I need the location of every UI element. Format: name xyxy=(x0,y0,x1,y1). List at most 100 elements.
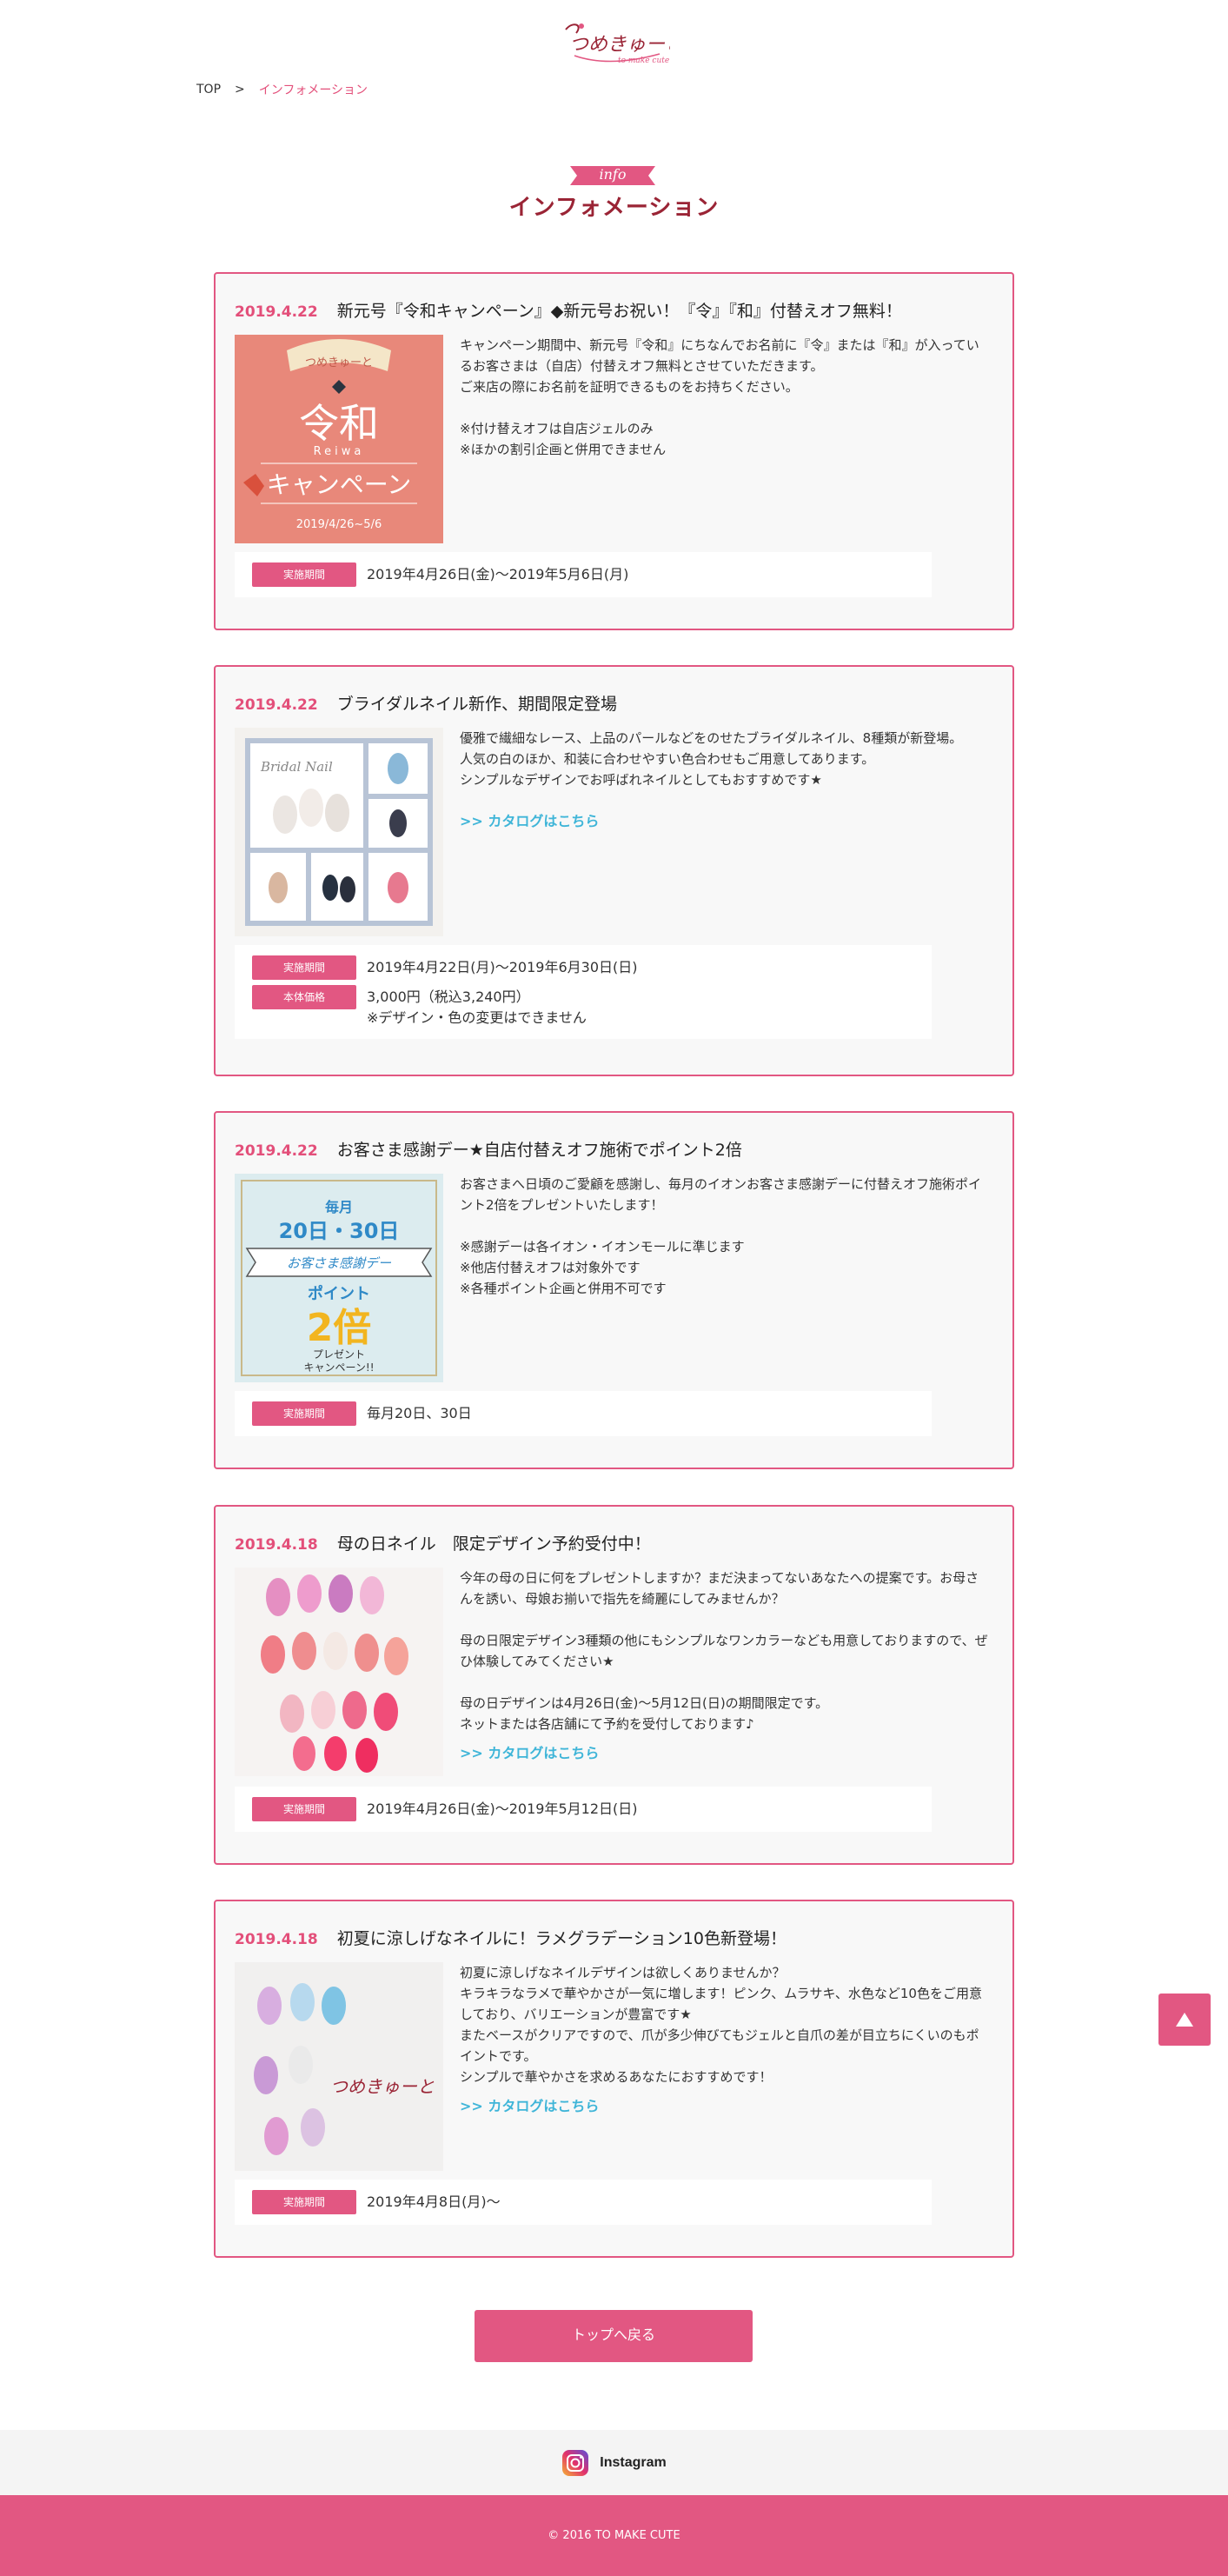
post-date: 2019.4.22 xyxy=(235,1142,318,1160)
post-card: 2019.4.22 新元号『令和キャンペーン』◆新元号お祝い！『令』『和』付替え… xyxy=(214,272,1014,630)
meta-row: 実施期間 2019年4月22日(月)〜2019年6月30日(日) xyxy=(252,955,914,980)
logo-text: つめきゅーと xyxy=(569,34,670,56)
post-card: 2019.4.18 初夏に涼しげなネイルに！ラメグラデーション10色新登場！ つ… xyxy=(214,1900,1014,2258)
meta-row: 実施期間 2019年4月26日(金)〜2019年5月6日(月) xyxy=(252,562,914,587)
image-campaign: キャンペーン!! xyxy=(303,1361,374,1374)
price-note: ※デザイン・色の変更はできません xyxy=(367,1009,587,1026)
breadcrumb-current: インフォメーション xyxy=(258,83,368,97)
arrow-up-icon xyxy=(1176,2013,1193,2027)
period-value: 2019年4月26日(金)〜2019年5月12日(日) xyxy=(367,1801,638,1817)
post-title: 母の日ネイル 限定デザイン予約受付中！ xyxy=(336,1534,651,1554)
footer: © 2016 TO MAKE CUTE xyxy=(0,2495,1228,2576)
post-meta: 実施期間 毎月20日、30日 xyxy=(235,1391,932,1436)
post-meta: 実施期間 2019年4月26日(金)〜2019年5月12日(日) xyxy=(235,1787,932,1832)
post-paragraph: 人気の白のほか、和装に合わせやすい色合わせもご用意してあります。 xyxy=(460,751,875,767)
post-header: 2019.4.18 初夏に涼しげなネイルに！ラメグラデーション10色新登場！ xyxy=(235,1926,787,1949)
image-period: 2019/4/26~5/6 xyxy=(296,518,382,531)
post-card: 2019.4.18 母の日ネイル 限定デザイン予約受付中！ 今年の母の日に何をプ… xyxy=(214,1505,1014,1865)
post-body: 優雅で繊細なレース、上品のパールなどをのせたブライダルネイル、8種類が新登場。 … xyxy=(460,728,990,832)
post-paragraph: またベースがクリアですので、爪が多少伸びてもジェルと自爪の差が目立ちにくいのもポ… xyxy=(460,2027,979,2064)
price-badge: 本体価格 xyxy=(252,985,356,1009)
period-value: 毎月20日、30日 xyxy=(367,1405,472,1421)
page-title: インフォメーション xyxy=(508,195,720,221)
image-double: 2倍 xyxy=(307,1306,372,1350)
post-card: 2019.4.22 ブライダルネイル新作、期間限定登場 Bridal Nail xyxy=(214,665,1014,1076)
post-paragraph: ※各種ポイント企画と併用不可です xyxy=(460,1281,667,1296)
post-date: 2019.4.18 xyxy=(235,1931,318,1948)
instagram-link[interactable]: Instagram xyxy=(600,2455,666,2471)
post-meta: 実施期間 2019年4月26日(金)〜2019年5月6日(月) xyxy=(235,552,932,597)
post-paragraph xyxy=(460,1672,990,1693)
catalog-link[interactable]: >> カタログはこちら xyxy=(460,811,990,832)
post-date: 2019.4.22 xyxy=(235,303,318,321)
period-badge: 実施期間 xyxy=(252,2190,356,2214)
period-badge: 実施期間 xyxy=(252,1401,356,1426)
meta-row: 実施期間 毎月20日、30日 xyxy=(252,1401,914,1426)
period-badge: 実施期間 xyxy=(252,955,356,980)
post-header: 2019.4.22 新元号『令和キャンペーン』◆新元号お祝い！『令』『和』付替え… xyxy=(235,298,902,322)
period-badge: 実施期間 xyxy=(252,562,356,587)
image-label: つめきゅーと xyxy=(305,356,373,369)
post-paragraph: ご来店の際にお名前を証明できるものをお持ちください。 xyxy=(460,379,799,395)
catalog-link[interactable]: >> カタログはこちら xyxy=(460,1743,990,1764)
post-paragraph: 母の日デザインは4月26日(金)〜5月12日(日)の期間限定です。 xyxy=(460,1695,829,1711)
period-badge: 実施期間 xyxy=(252,1797,356,1821)
period-value: 2019年4月22日(月)〜2019年6月30日(日) xyxy=(367,959,638,975)
period-value: 2019年4月26日(金)〜2019年5月6日(月) xyxy=(367,566,629,582)
glitter-gradation-image: つめきゅーと xyxy=(235,1962,443,2171)
price-amount: 3,000円（税込3,240円） xyxy=(367,988,530,1005)
post-title: 新元号『令和キャンペーン』◆新元号お祝い！『令』『和』付替えオフ無料！ xyxy=(336,302,902,321)
meta-row: 本体価格 3,000円（税込3,240円） ※デザイン・色の変更はできません xyxy=(252,985,914,1028)
post-paragraph: シンプルなデザインでお呼ばれネイルとしてもおすすめです★ xyxy=(460,772,822,788)
image-days: 20日・30日 xyxy=(279,1219,400,1243)
post-paragraph xyxy=(460,1609,990,1630)
breadcrumb: TOP > インフォメーション xyxy=(196,81,368,98)
post-meta: 実施期間 2019年4月8日(月)〜 xyxy=(235,2180,932,2225)
price-value: 3,000円（税込3,240円） ※デザイン・色の変更はできません xyxy=(367,985,587,1028)
image-banner: お客さま感謝デー xyxy=(287,1255,392,1271)
post-paragraph: 母の日限定デザイン3種類の他にもシンプルなワンカラーなども用意しておりますので、… xyxy=(460,1633,988,1669)
reiwa-campaign-image: つめきゅーと 令和 Reiwa キャンペーン 2019/4/26~5/6 xyxy=(235,335,443,543)
catalog-link[interactable]: >> カタログはこちら xyxy=(460,2096,990,2117)
post-header: 2019.4.22 お客さま感謝デー★自店付替えオフ施術でポイント2倍 xyxy=(235,1137,742,1161)
post-title: お客さま感謝デー★自店付替えオフ施術でポイント2倍 xyxy=(336,1141,742,1160)
post-paragraph xyxy=(460,1215,990,1236)
instagram-icon[interactable] xyxy=(561,2449,589,2477)
image-campaign: キャンペーン xyxy=(267,470,412,499)
post-header: 2019.4.18 母の日ネイル 限定デザイン予約受付中！ xyxy=(235,1531,651,1554)
post-card: 2019.4.22 お客さま感謝デー★自店付替えオフ施術でポイント2倍 毎月 2… xyxy=(214,1111,1014,1469)
post-paragraph: ※感謝デーは各イオン・イオンモールに準じます xyxy=(460,1239,745,1255)
post-title: 初夏に涼しげなネイルに！ラメグラデーション10色新登場！ xyxy=(336,1929,787,1948)
post-paragraph: キャンペーン期間中、新元号『令和』にちなんでお名前に『令』または『和』が入ってい… xyxy=(460,337,979,374)
post-paragraph: ※付け替えオフは自店ジェルのみ xyxy=(460,421,654,436)
image-label: つめきゅーと xyxy=(330,2076,435,2097)
instagram-band: Instagram xyxy=(0,2430,1228,2495)
scroll-to-top-button[interactable] xyxy=(1158,1994,1211,2046)
post-date: 2019.4.22 xyxy=(235,696,318,714)
post-date: 2019.4.18 xyxy=(235,1536,318,1554)
bridal-nail-image: Bridal Nail xyxy=(235,728,443,936)
image-label: Bridal Nail xyxy=(260,759,333,775)
breadcrumb-home[interactable]: TOP xyxy=(196,83,221,97)
post-paragraph: お客さまへ日頃のご愛顧を感謝し、毎月のイオンお客さま感謝デーに付替えオフ施術ポイ… xyxy=(460,1176,982,1213)
breadcrumb-separator: > xyxy=(235,83,245,97)
thanks-day-image: 毎月 20日・30日 お客さま感謝デー ポイント 2倍 プレゼント キャンペーン… xyxy=(235,1174,443,1382)
post-paragraph xyxy=(460,397,990,418)
info-ribbon: info xyxy=(570,164,655,187)
post-title: ブライダルネイル新作、期間限定登場 xyxy=(336,695,617,714)
image-main: 令和 xyxy=(299,400,379,447)
back-to-top-button[interactable]: トップへ戻る xyxy=(475,2310,753,2362)
post-body: お客さまへ日頃のご愛顧を感謝し、毎月のイオンお客さま感謝デーに付替えオフ施術ポイ… xyxy=(460,1174,990,1299)
post-paragraph: ※他店付替えオフは対象外です xyxy=(460,1260,641,1275)
post-paragraph: 今年の母の日に何をプレゼントしますか？まだ決まってないあなたへの提案です。お母さ… xyxy=(460,1570,979,1607)
post-paragraph: キラキラなラメで華やかさが一気に増します！ピンク、ムラサキ、水色など10色をご用… xyxy=(460,1986,982,2022)
image-point: ポイント xyxy=(308,1284,370,1303)
post-paragraph: 初夏に涼しげなネイルデザインは欲しくありませんか？ xyxy=(460,1965,786,1980)
image-present: プレゼント xyxy=(313,1348,365,1361)
ribbon-label: info xyxy=(599,166,627,183)
page: つめきゅーと to make cute TOP > インフォメーション info… xyxy=(0,0,1228,2576)
image-top: 毎月 xyxy=(325,1199,353,1215)
site-logo[interactable]: つめきゅーと to make cute xyxy=(557,16,684,70)
post-meta: 実施期間 2019年4月22日(月)〜2019年6月30日(日) 本体価格 3,… xyxy=(235,945,932,1039)
copyright: © 2016 TO MAKE CUTE xyxy=(548,2529,680,2542)
